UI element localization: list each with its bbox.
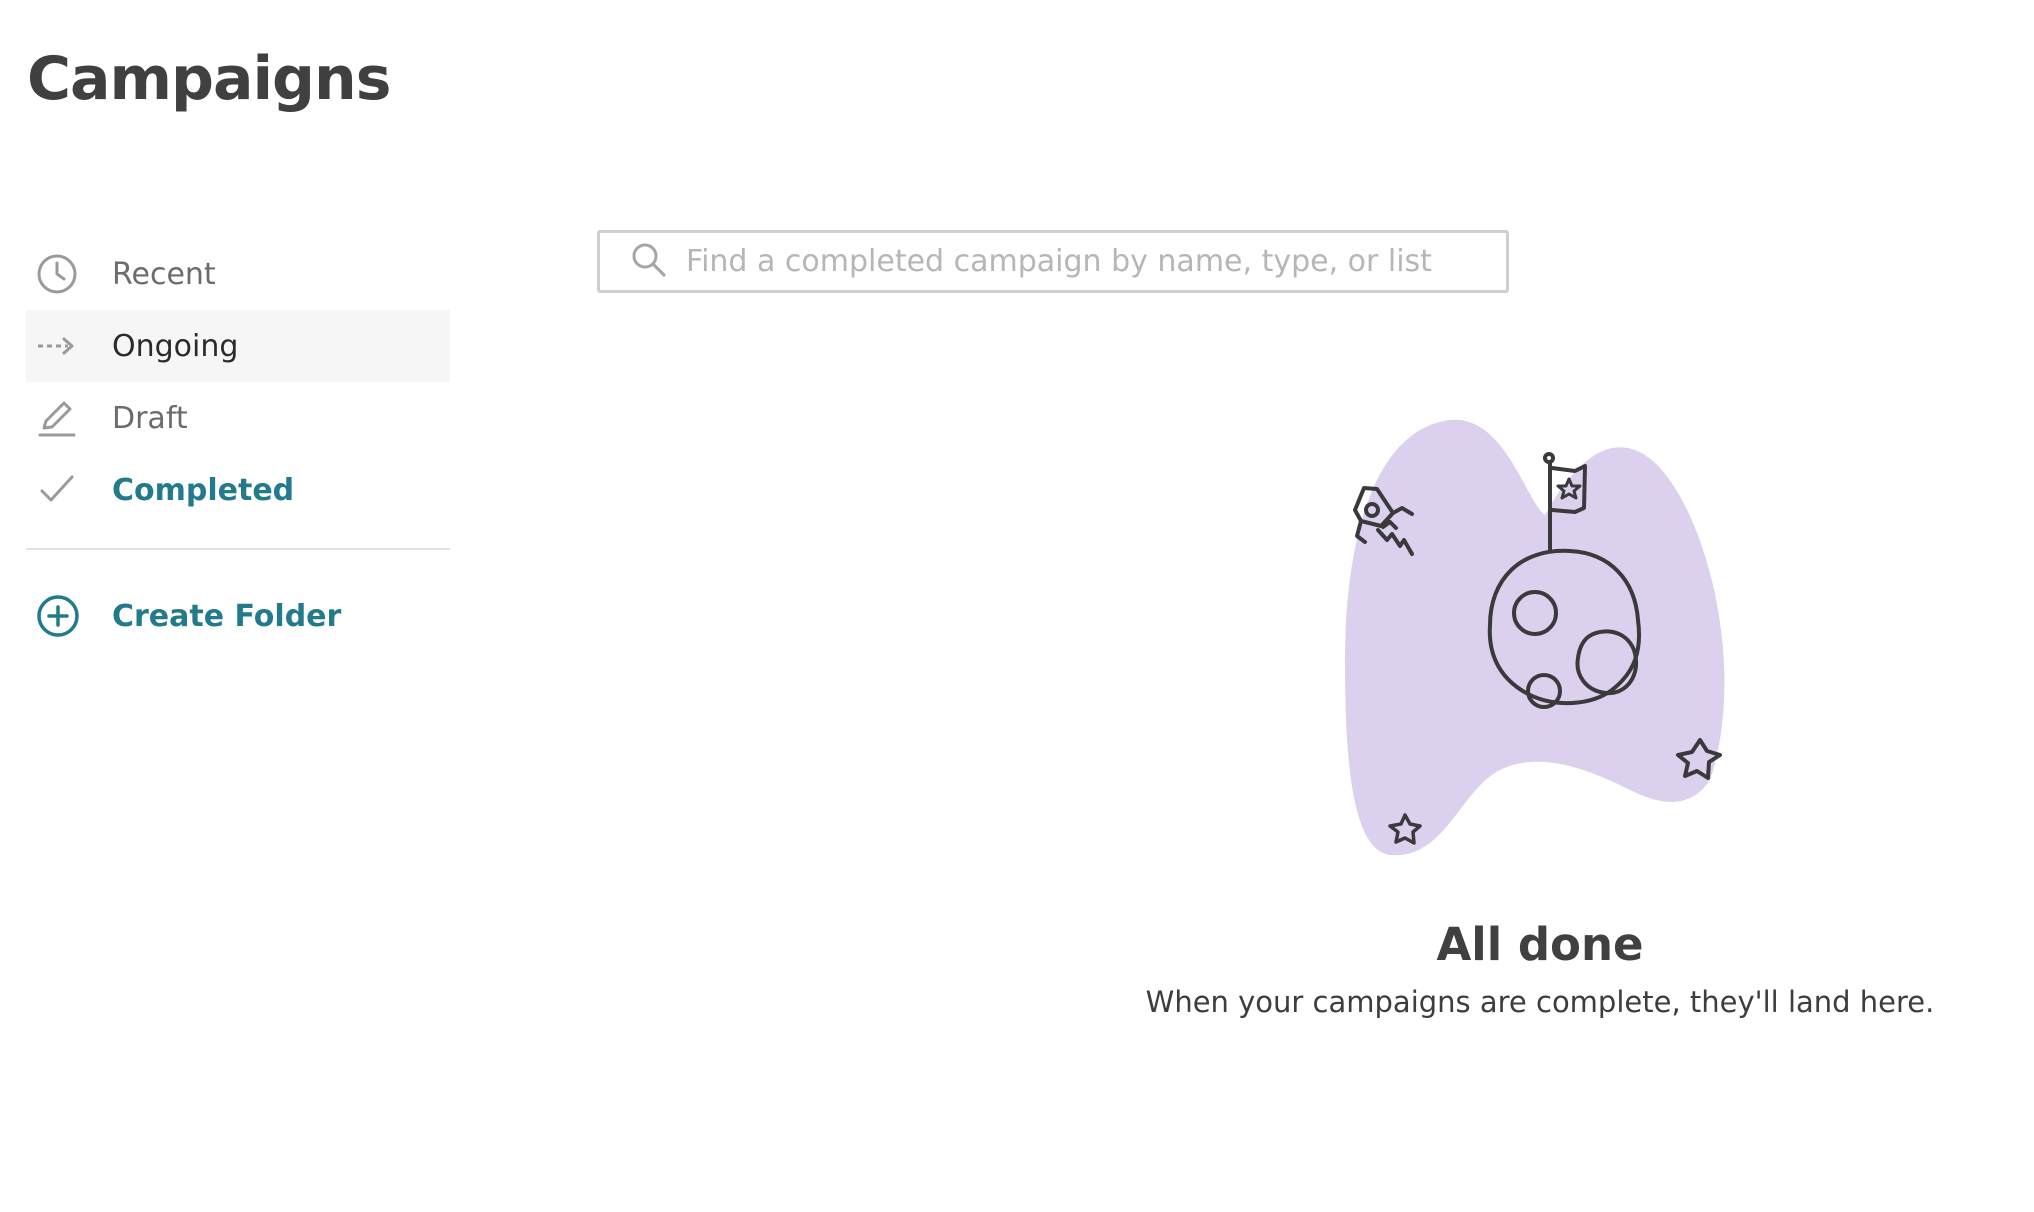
search-box[interactable]	[597, 230, 1509, 293]
sidebar-divider	[26, 548, 450, 550]
sidebar-item-ongoing[interactable]: Ongoing	[26, 310, 450, 382]
sidebar-nav: Recent Ongoing Draft Completed Create Fo…	[26, 238, 450, 652]
sidebar-item-label: Ongoing	[112, 328, 239, 364]
search-icon	[630, 241, 668, 283]
clock-icon	[36, 248, 88, 300]
pencil-icon	[36, 392, 88, 444]
sidebar-item-label: Recent	[112, 256, 216, 292]
search-input[interactable]	[686, 233, 1506, 290]
sidebar-item-recent[interactable]: Recent	[26, 238, 450, 310]
checkmark-icon	[36, 464, 88, 516]
empty-state-illustration	[1345, 419, 1725, 856]
create-folder-label: Create Folder	[112, 598, 342, 634]
sidebar-item-label: Completed	[112, 472, 295, 508]
empty-state-title: All done	[1436, 918, 1644, 971]
plus-circle-icon	[36, 590, 88, 642]
empty-state-subtitle: When your campaigns are complete, they'l…	[1145, 985, 1935, 1019]
sidebar-item-draft[interactable]: Draft	[26, 382, 450, 454]
create-folder-button[interactable]: Create Folder	[26, 580, 450, 652]
campaigns-page: Campaigns Recent Ongoing Draft Completed…	[0, 0, 2034, 1212]
sidebar-item-completed[interactable]: Completed	[26, 454, 450, 526]
page-title: Campaigns	[27, 44, 391, 114]
sidebar-item-label: Draft	[112, 400, 188, 436]
dashed-arrow-icon	[36, 320, 88, 372]
purple-blob	[1345, 419, 1725, 856]
